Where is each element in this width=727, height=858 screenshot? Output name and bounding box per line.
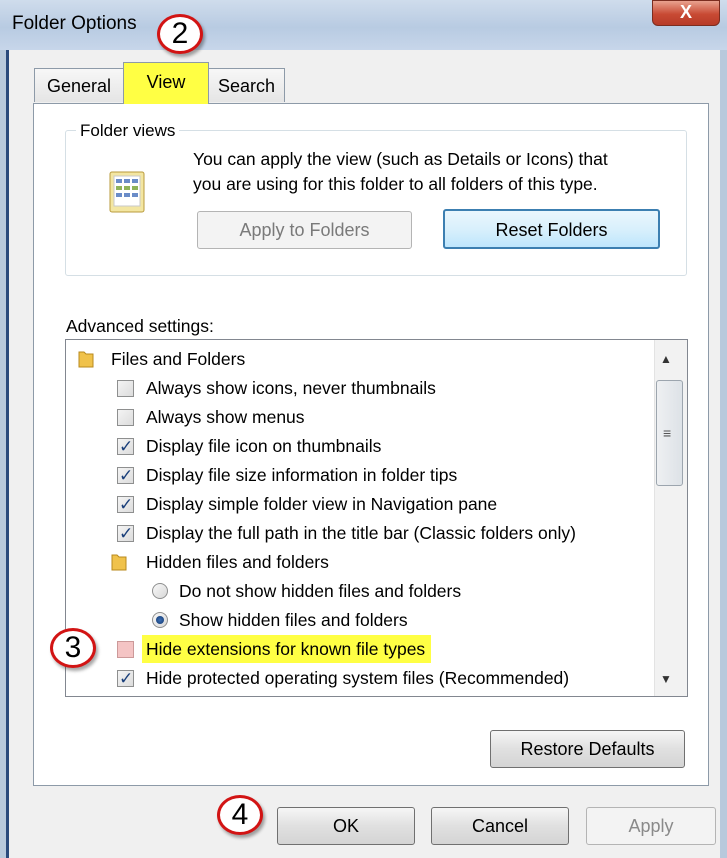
scroll-grip-icon: ≡ — [663, 425, 672, 441]
tree-item-hidden-files[interactable]: Hidden files and folders — [66, 548, 656, 576]
folder-icon — [111, 554, 127, 571]
advanced-settings-label: Advanced settings: — [66, 316, 214, 336]
radio-button[interactable] — [152, 583, 168, 599]
tab-general[interactable]: General — [34, 68, 124, 102]
scroll-down-icon[interactable]: ▼ — [660, 672, 672, 686]
tree-item-label: Hidden files and folders — [146, 552, 329, 572]
apply-button[interactable]: Apply — [586, 807, 716, 845]
radio-button[interactable] — [152, 612, 168, 628]
setting-label: Always show icons, never thumbnails — [146, 378, 436, 398]
setting-label: Display simple folder view in Navigation… — [146, 494, 498, 514]
setting-label: Display file icon on thumbnails — [146, 436, 382, 456]
setting-full-path-title-bar[interactable]: Display the full path in the title bar (… — [66, 519, 656, 548]
advanced-settings-list[interactable]: Files and Folders Always show icons, nev… — [65, 339, 688, 697]
folder-icon — [78, 351, 94, 368]
setting-label: Display file size information in folder … — [146, 465, 458, 485]
step-callout-2: 2 — [157, 14, 203, 54]
cancel-button[interactable]: Cancel — [431, 807, 569, 845]
tab-view[interactable]: View — [123, 62, 209, 104]
checkbox[interactable] — [117, 520, 134, 548]
setting-show-hidden[interactable]: Show hidden files and folders — [66, 606, 656, 634]
checkbox[interactable] — [117, 641, 134, 658]
setting-label: Always show menus — [146, 407, 305, 427]
folder-view-icon — [109, 171, 145, 213]
setting-label: Do not show hidden files and folders — [179, 581, 462, 601]
setting-hide-extensions[interactable]: Hide extensions for known file types — [66, 635, 656, 663]
setting-label: Show hidden files and folders — [179, 610, 408, 630]
folder-views-label: Folder views — [76, 121, 180, 141]
tab-search[interactable]: Search — [208, 68, 285, 102]
restore-defaults-button[interactable]: Restore Defaults — [490, 730, 685, 768]
checkbox[interactable] — [117, 462, 134, 490]
folder-views-description-line1: You can apply the view (such as Details … — [193, 149, 608, 169]
tree-item-label: Files and Folders — [111, 349, 246, 369]
checkbox[interactable] — [117, 665, 134, 693]
setting-label: Hide extensions for known file types — [142, 635, 432, 663]
reset-folders-button[interactable]: Reset Folders — [443, 209, 660, 249]
window-right-border — [720, 50, 727, 858]
ok-button[interactable]: OK — [277, 807, 415, 845]
setting-always-show-icons[interactable]: Always show icons, never thumbnails — [66, 374, 656, 402]
setting-do-not-show-hidden[interactable]: Do not show hidden files and folders — [66, 577, 656, 605]
setting-simple-folder-view[interactable]: Display simple folder view in Navigation… — [66, 490, 656, 519]
checkbox[interactable] — [117, 409, 134, 426]
checkbox[interactable] — [117, 433, 134, 461]
close-button[interactable]: X — [652, 0, 720, 26]
setting-label: Hide protected operating system files (R… — [146, 668, 570, 688]
scroll-up-icon[interactable]: ▲ — [660, 352, 672, 366]
folder-views-description-line2: you are using for this folder to all fol… — [193, 174, 598, 194]
checkbox[interactable] — [117, 380, 134, 397]
step-callout-3: 3 — [50, 628, 96, 668]
apply-to-folders-button[interactable]: Apply to Folders — [197, 211, 412, 249]
setting-display-file-icon[interactable]: Display file icon on thumbnails — [66, 432, 656, 461]
setting-display-file-size[interactable]: Display file size information in folder … — [66, 461, 656, 490]
window-title: Folder Options — [12, 13, 137, 34]
close-icon: X — [679, 2, 692, 22]
setting-always-show-menus[interactable]: Always show menus — [66, 403, 656, 431]
setting-hide-protected-files[interactable]: Hide protected operating system files (R… — [66, 664, 656, 693]
checkbox[interactable] — [117, 491, 134, 519]
step-callout-4: 4 — [217, 795, 263, 835]
setting-label: Display the full path in the title bar (… — [146, 523, 576, 543]
tree-item-files-and-folders[interactable]: Files and Folders — [66, 345, 656, 373]
